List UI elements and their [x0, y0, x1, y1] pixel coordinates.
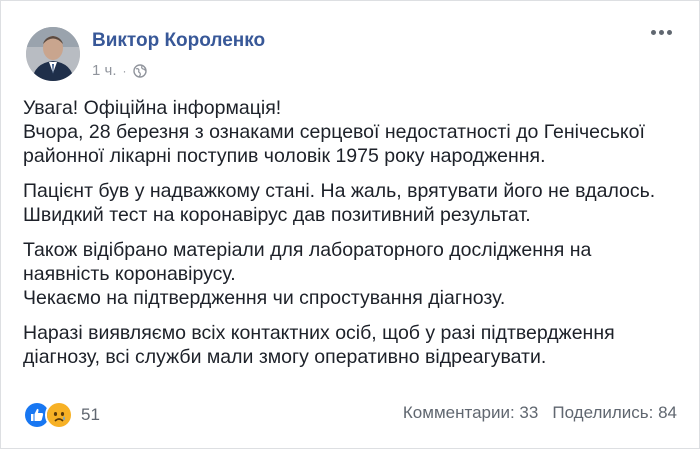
- paragraph: Увага! Офіційна інформація! Вчора, 28 бе…: [23, 96, 688, 168]
- text-line: районної лікарні поступив чоловік 1975 р…: [23, 145, 546, 167]
- post-card: Виктор Короленко 1 ч. · Увага! Офіційна …: [0, 0, 700, 449]
- post-time[interactable]: 1 ч.: [92, 62, 117, 79]
- text-line: Увага! Офіційна інформація!: [23, 97, 282, 119]
- text-line: Наразі виявляємо всіх контактних осіб, щ…: [23, 322, 615, 344]
- paragraph: Наразі виявляємо всіх контактних осіб, щ…: [23, 321, 688, 369]
- reaction-count: 51: [81, 405, 100, 424]
- meta-separator: ·: [122, 63, 127, 78]
- text-line: діагнозу, всі служби мали змогу оператив…: [23, 346, 547, 368]
- globe-icon[interactable]: [132, 63, 147, 78]
- sad-icon: [45, 401, 73, 429]
- more-options-icon[interactable]: [651, 30, 672, 35]
- text-line: Швидкий тест на коронавірус дав позитивн…: [23, 204, 531, 226]
- paragraph: Також відібрано матеріали для лабораторн…: [23, 238, 688, 310]
- author-name[interactable]: Виктор Короленко: [92, 30, 265, 52]
- post-stats: Комментарии: 33 Поделились: 84: [403, 403, 677, 423]
- text-line: Також відібрано матеріали для лабораторн…: [23, 239, 592, 261]
- text-line: Пацієнт був у надважкому стані. На жаль,…: [23, 180, 656, 202]
- text-line: Вчора, 28 березня з ознаками серцевої не…: [23, 121, 645, 143]
- text-line: наявність коронавірусу.: [23, 263, 236, 285]
- comments-count-link[interactable]: Комментарии: 33: [403, 403, 538, 423]
- paragraph: Пацієнт був у надважкому стані. На жаль,…: [23, 179, 688, 227]
- shares-count-link[interactable]: Поделились: 84: [552, 403, 677, 423]
- text-line: Чекаємо на підтвердження чи спростування…: [23, 287, 506, 309]
- author-avatar[interactable]: [26, 27, 80, 81]
- reactions-summary[interactable]: 51: [23, 401, 100, 429]
- post-text: Увага! Офіційна інформація! Вчора, 28 бе…: [23, 96, 688, 369]
- post-meta: 1 ч. ·: [92, 62, 147, 79]
